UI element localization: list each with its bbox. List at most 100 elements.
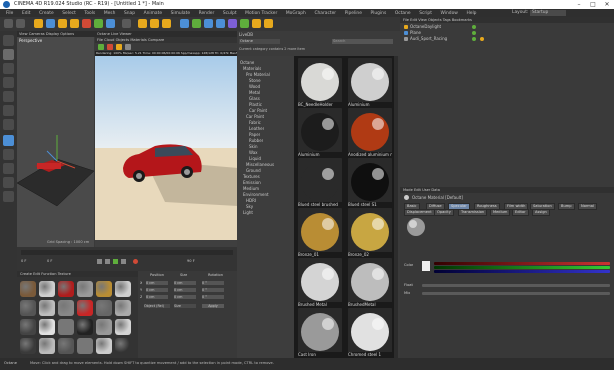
tab-bump[interactable]: Bump	[558, 203, 575, 210]
lock-workplane-icon[interactable]	[3, 177, 14, 188]
axis-mode-icon[interactable]	[3, 135, 14, 146]
perspective-viewport[interactable]: View Cameras Display Options Perspective…	[17, 31, 96, 247]
cube-icon[interactable]	[180, 19, 189, 28]
menu-render[interactable]: Render	[199, 11, 215, 16]
material-thumbnail[interactable]: Cast Iron	[298, 308, 342, 357]
size-z-field[interactable]: 0 cm	[174, 295, 196, 299]
object-menu-file[interactable]: File	[403, 18, 409, 22]
material-swatch[interactable]	[39, 319, 55, 335]
material-swatch[interactable]	[96, 338, 112, 354]
camera-icon[interactable]	[252, 19, 261, 28]
menu-motion-tracker[interactable]: Motion Tracker	[245, 11, 277, 16]
light-icon[interactable]	[264, 19, 273, 28]
play-backward-icon[interactable]	[105, 259, 110, 264]
material-swatch[interactable]	[77, 300, 93, 316]
material-swatch[interactable]	[58, 319, 74, 335]
material-thumbnail[interactable]: Aluminium	[348, 58, 392, 107]
close-button[interactable]: ✕	[600, 0, 614, 9]
material-swatch[interactable]	[39, 338, 55, 354]
mat-menu-create[interactable]: Create	[20, 272, 32, 276]
menu-pipeline[interactable]: Pipeline	[345, 11, 362, 16]
rotation-h-field[interactable]: 0 °	[202, 281, 224, 285]
stop-render-icon[interactable]	[107, 44, 113, 50]
tree-item[interactable]: Medium	[243, 186, 259, 191]
tree-item[interactable]: Plastic	[249, 102, 262, 107]
material-swatch[interactable]	[115, 281, 131, 297]
menu-character[interactable]: Character	[314, 11, 336, 16]
material-swatch[interactable]	[39, 300, 55, 316]
object-menu-edit[interactable]: Edit	[410, 18, 417, 22]
make-editable-icon[interactable]	[3, 35, 14, 46]
start-render-icon[interactable]	[98, 44, 104, 50]
tab-displacement[interactable]: Displacement	[404, 209, 435, 216]
coordinate-mode-dropdown[interactable]: Object (Rel)	[144, 304, 170, 308]
minimize-button[interactable]: –	[572, 0, 586, 9]
live-menu-compare[interactable]: Compare	[148, 38, 164, 42]
live-menu-file[interactable]: File	[97, 38, 103, 42]
menu-script[interactable]: Script	[419, 11, 432, 16]
object-menu-view[interactable]: View	[418, 18, 427, 22]
material-swatch[interactable]	[96, 319, 112, 335]
material-swatch[interactable]	[20, 281, 36, 297]
viewport-menu-cameras[interactable]: Cameras	[29, 32, 45, 36]
timeline-start[interactable]: 0 F	[21, 259, 27, 263]
tab-normal[interactable]: Normal	[578, 203, 598, 210]
material-swatch[interactable]	[39, 281, 55, 297]
object-menu-objects[interactable]: Objects	[428, 18, 442, 22]
tree-item[interactable]: Car Paint	[249, 108, 267, 113]
scale-icon[interactable]	[58, 19, 67, 28]
material-thumbnail[interactable]: Chromed steel 1	[348, 308, 392, 357]
solo-icon[interactable]	[3, 191, 14, 202]
render-view-icon[interactable]	[138, 19, 147, 28]
tree-item[interactable]: Materials	[243, 66, 261, 71]
floor-icon[interactable]	[240, 19, 249, 28]
tab-assign[interactable]: Assign	[532, 209, 550, 216]
workplane-icon[interactable]	[3, 77, 14, 88]
visibility-check-icon[interactable]	[472, 37, 476, 41]
tree-item[interactable]: Light	[243, 210, 253, 215]
tree-item[interactable]: Environment	[243, 192, 269, 197]
material-swatch[interactable]	[20, 319, 36, 335]
tree-item[interactable]: Paper	[249, 132, 260, 137]
size-mode-dropdown[interactable]: Size	[174, 304, 196, 308]
material-swatch[interactable]	[58, 281, 74, 297]
snap-icon[interactable]	[3, 163, 14, 174]
render-picture-viewer-icon[interactable]	[150, 19, 159, 28]
edges-mode-icon[interactable]	[3, 105, 14, 116]
visibility-check-icon[interactable]	[472, 25, 476, 29]
menu-simulate[interactable]: Simulate	[171, 11, 190, 16]
pen-icon[interactable]	[192, 19, 201, 28]
position-y-field[interactable]: 0 cm	[146, 288, 168, 292]
x-axis-icon[interactable]	[82, 19, 91, 28]
viewport-menu-display[interactable]: Display	[46, 32, 59, 36]
material-thumbnail[interactable]: Anodized aluminium matte	[348, 108, 392, 157]
menu-animate[interactable]: Animate	[144, 11, 162, 16]
rotate-icon[interactable]	[70, 19, 79, 28]
blue-slider[interactable]	[434, 270, 610, 273]
attr-menu-mode[interactable]: Mode	[403, 188, 413, 192]
move-icon[interactable]	[46, 19, 55, 28]
array-icon[interactable]	[216, 19, 225, 28]
object-menu-bookmarks[interactable]: Bookmarks	[452, 18, 472, 22]
float-slider[interactable]	[422, 284, 610, 287]
menu-snap[interactable]: Snap	[124, 11, 135, 16]
tree-item[interactable]: Miscellaneous	[246, 162, 274, 167]
model-mode-icon[interactable]	[3, 49, 14, 60]
tab-transmission[interactable]: Transmission	[458, 209, 488, 216]
menu-help[interactable]: Help	[466, 11, 476, 16]
coordinate-system-icon[interactable]	[122, 19, 131, 28]
layout-dropdown[interactable]: Startup	[530, 10, 566, 16]
tab-medium[interactable]: Medium	[490, 209, 511, 216]
menu-select[interactable]: Select	[62, 11, 76, 16]
menu-plugins[interactable]: Plugins	[371, 11, 387, 16]
tree-item[interactable]: Sky	[246, 204, 253, 209]
material-swatch[interactable]	[115, 300, 131, 316]
material-swatch[interactable]	[20, 338, 36, 354]
texture-mode-icon[interactable]	[3, 63, 14, 74]
rotation-p-field[interactable]: 0 °	[202, 288, 224, 292]
object-row[interactable]: Audi_Sport_Racing	[400, 36, 614, 42]
tree-item[interactable]: Car Paint	[246, 114, 264, 119]
position-z-field[interactable]: 0 cm	[146, 295, 168, 299]
play-forward-icon[interactable]	[113, 259, 118, 264]
menu-edit[interactable]: Edit	[22, 11, 31, 16]
